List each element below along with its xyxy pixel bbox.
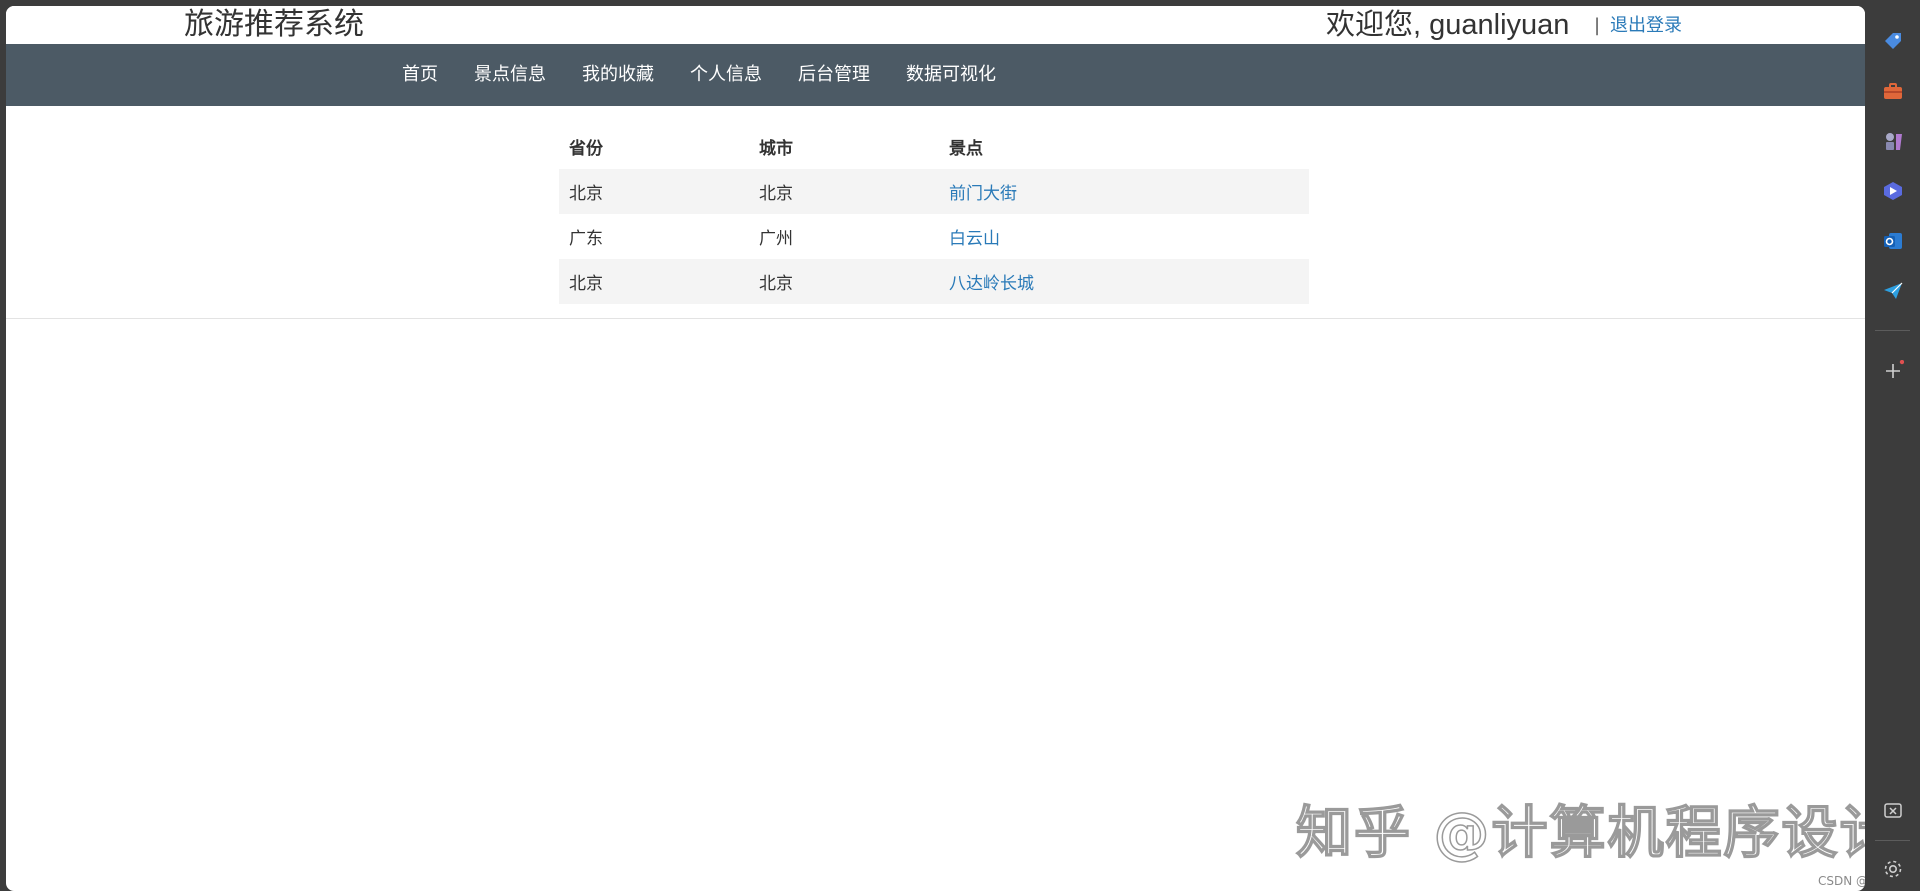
- cell-city: 北京: [749, 259, 939, 304]
- browser-sidebar: [1865, 0, 1920, 891]
- browser-frame: 旅游推荐系统 欢迎您, guanliyuan | 退出登录 首页 景点信息 我的…: [0, 0, 1920, 891]
- column-header-city: 城市: [759, 139, 793, 159]
- zhihu-watermark: 知乎 @计算机程序设计: [1295, 800, 1865, 867]
- spot-link[interactable]: 八达岭长城: [949, 274, 1034, 294]
- favorites-table: 省份 城市 景点 北京 北京 前门大街 广东 广州 白云山 北京 北京 八达岭长…: [559, 124, 1309, 304]
- table-row: 北京 北京 前门大街: [559, 169, 1309, 214]
- site-title: 旅游推荐系统: [184, 7, 364, 42]
- nav-item-profile[interactable]: 个人信息: [672, 44, 780, 106]
- cell-spot: 前门大街: [939, 169, 1309, 214]
- main-navbar: 首页 景点信息 我的收藏 个人信息 后台管理 数据可视化: [6, 44, 1865, 106]
- chess-icon[interactable]: [1882, 130, 1904, 152]
- web-page: 旅游推荐系统 欢迎您, guanliyuan | 退出登录 首页 景点信息 我的…: [6, 6, 1865, 891]
- welcome-text: 欢迎您, guanliyuan: [1326, 9, 1570, 41]
- cell-city: 北京: [749, 169, 939, 214]
- send-icon[interactable]: [1882, 280, 1904, 302]
- top-bar: 旅游推荐系统 欢迎您, guanliyuan | 退出登录: [6, 6, 1865, 44]
- copilot-icon[interactable]: [1882, 180, 1904, 202]
- add-icon[interactable]: [1882, 360, 1904, 382]
- column-header-province: 省份: [569, 139, 603, 159]
- nav-item-admin[interactable]: 后台管理: [780, 44, 888, 106]
- table-row: 北京 北京 八达岭长城: [559, 259, 1309, 304]
- header-separator: |: [1594, 15, 1601, 36]
- toolbox-icon[interactable]: [1882, 80, 1904, 102]
- spot-link[interactable]: 前门大街: [949, 184, 1017, 204]
- nav-item-visualization[interactable]: 数据可视化: [888, 44, 1014, 106]
- sidebar-divider: [1875, 330, 1910, 331]
- sidebar-divider: [1875, 840, 1910, 841]
- logout-link[interactable]: 退出登录: [1610, 14, 1682, 38]
- favorites-content: 省份 城市 景点 北京 北京 前门大街 广东 广州 白云山 北京 北京 八达岭长…: [6, 106, 1865, 319]
- settings-icon[interactable]: [1882, 858, 1904, 880]
- spot-link[interactable]: 白云山: [949, 229, 1000, 249]
- csdn-watermark: CSDN @汤姆: [1818, 874, 1865, 888]
- outlook-icon[interactable]: [1882, 230, 1904, 252]
- cell-province: 北京: [559, 169, 749, 214]
- cell-province: 北京: [559, 259, 749, 304]
- nav-item-favorites[interactable]: 我的收藏: [564, 44, 672, 106]
- column-header-spot: 景点: [949, 139, 983, 159]
- cell-spot: 八达岭长城: [939, 259, 1309, 304]
- screenshot-icon[interactable]: [1882, 800, 1904, 822]
- cell-province: 广东: [569, 229, 603, 249]
- table-header-row: 省份 城市 景点: [559, 124, 1309, 169]
- nav-item-attractions[interactable]: 景点信息: [456, 44, 564, 106]
- cell-city: 广州: [759, 229, 793, 249]
- table-row: 广东 广州 白云山: [559, 214, 1309, 259]
- tag-icon[interactable]: [1882, 30, 1904, 52]
- nav-list: 首页 景点信息 我的收藏 个人信息 后台管理 数据可视化: [384, 44, 1014, 106]
- cell-spot: 白云山: [939, 214, 1309, 259]
- nav-item-home[interactable]: 首页: [384, 44, 456, 106]
